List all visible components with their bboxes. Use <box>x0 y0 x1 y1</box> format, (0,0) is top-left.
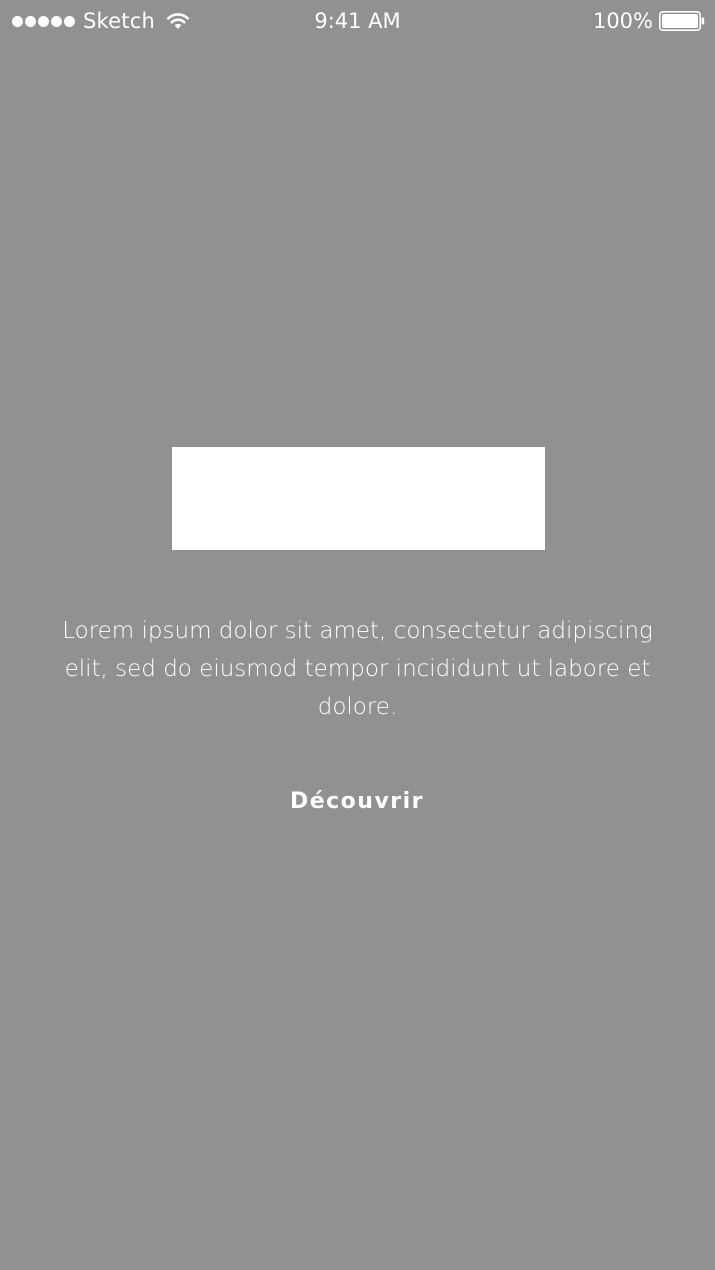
discover-button[interactable]: Découvrir <box>207 780 507 824</box>
status-right: 100% <box>593 8 705 34</box>
description-text: Lorem ipsum dolor sit amet, consectetur … <box>62 618 653 720</box>
battery-icon <box>659 11 705 31</box>
hero-image-placeholder <box>172 447 545 550</box>
battery-percentage: 100% <box>592 9 653 33</box>
status-bar: Sketch 9:41 AM 100% <box>0 0 715 40</box>
